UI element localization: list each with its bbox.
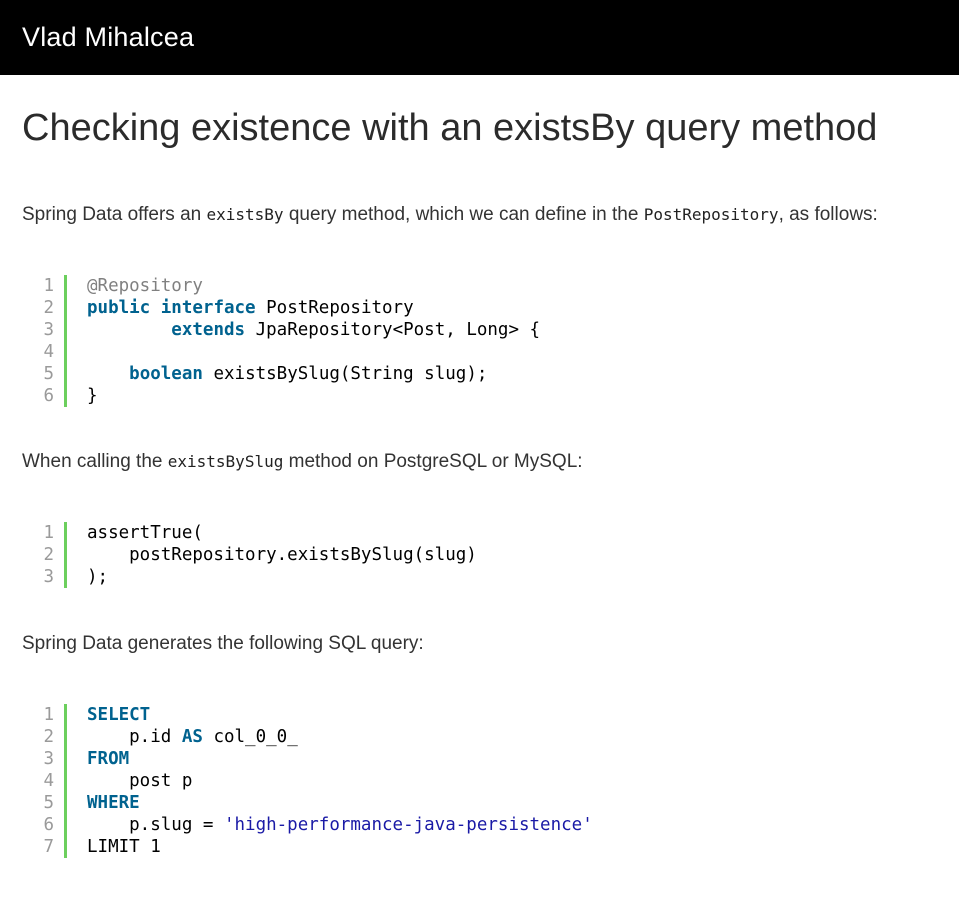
code-line: p.id AS col_0_0_ xyxy=(87,726,593,748)
code-token: assertTrue( xyxy=(87,523,203,543)
line-number: 1 xyxy=(43,276,54,296)
code-line: postRepository.existsBySlug(slug) xyxy=(87,544,477,566)
line-number: 3 xyxy=(43,567,54,587)
code-line: FROM xyxy=(87,748,593,770)
code-line: SELECT xyxy=(87,704,593,726)
line-number: 1 xyxy=(43,523,54,543)
code-token: WHERE xyxy=(87,793,140,813)
inline-code: existsBySlug xyxy=(167,452,284,471)
code-line: } xyxy=(87,385,540,407)
code-token: public xyxy=(87,298,151,318)
paragraph-sql: Spring Data generates the following SQL … xyxy=(22,633,424,654)
code-token: @Repository xyxy=(87,276,203,296)
code-token: } xyxy=(87,386,98,406)
code-token: JpaRepository<Post, Long> { xyxy=(245,320,541,340)
line-number: 5 xyxy=(43,793,54,813)
code-token: existsBySlug(String slug); xyxy=(202,364,488,384)
paragraph-intro: Spring Data offers an existsBy query met… xyxy=(22,203,959,227)
code-token: ); xyxy=(87,567,109,587)
code-token: SELECT xyxy=(87,705,151,725)
code-token: p.slug = xyxy=(87,815,224,835)
code-token: col_0_0_ xyxy=(202,727,298,747)
article-title: Checking existence with an existsBy quer… xyxy=(22,107,878,149)
line-number: 6 xyxy=(43,386,54,406)
code-line: @Repository xyxy=(87,275,540,297)
code-line: WHERE xyxy=(87,792,593,814)
code-block-repository: 123456 @Repository public interface PostR… xyxy=(40,275,959,407)
line-number: 4 xyxy=(43,342,54,362)
text: method on PostgreSQL or MySQL: xyxy=(283,451,583,472)
code-token: p.id xyxy=(87,727,182,747)
line-number: 2 xyxy=(43,298,54,318)
code-token: extends xyxy=(171,320,246,340)
code-lines: assertTrue( postRepository.existsBySlug(… xyxy=(67,522,477,588)
paragraph-calling: When calling the existsBySlug method on … xyxy=(22,450,959,474)
code-block-assert: 123 assertTrue( postRepository.existsByS… xyxy=(40,522,959,588)
code-token: FROM xyxy=(87,749,130,769)
line-number-gutter: 123456 xyxy=(40,275,67,407)
text: Spring Data offers an xyxy=(22,204,207,225)
site-brand-link[interactable]: Vlad Mihalcea xyxy=(22,22,194,53)
code-line: post p xyxy=(87,770,593,792)
code-line: ); xyxy=(87,566,477,588)
article: Checking existence with an existsBy quer… xyxy=(0,105,959,858)
code-line: assertTrue( xyxy=(87,522,477,544)
code-line: p.slug = 'high-performance-java-persiste… xyxy=(87,814,593,836)
inline-code: existsBy xyxy=(206,205,284,224)
line-number: 6 xyxy=(43,815,54,835)
site-header: Vlad Mihalcea xyxy=(0,0,959,75)
inline-code: PostRepository xyxy=(643,205,779,224)
text: , as follows: xyxy=(778,204,878,225)
line-number: 1 xyxy=(43,705,54,725)
code-lines: @Repository public interface PostReposito… xyxy=(67,275,540,407)
line-number: 3 xyxy=(43,749,54,769)
line-number: 4 xyxy=(43,771,54,791)
text: query method, which we can define in the xyxy=(283,204,644,225)
code-token: postRepository.existsBySlug(slug) xyxy=(87,545,477,565)
code-block-sql: 1234567 SELECT p.id AS col_0_0_ FROM post… xyxy=(40,704,959,858)
code-token: LIMIT 1 xyxy=(87,837,161,857)
line-number: 2 xyxy=(43,545,54,565)
code-line: LIMIT 1 xyxy=(87,836,593,858)
code-token: PostRepository xyxy=(255,298,414,318)
line-number: 2 xyxy=(43,727,54,747)
code-token: AS xyxy=(181,727,203,747)
text: When calling the xyxy=(22,451,168,472)
code-token: interface xyxy=(160,298,256,318)
code-token: 'high-performance-java-persistence' xyxy=(223,815,593,835)
line-number: 3 xyxy=(43,320,54,340)
code-line: public interface PostRepository xyxy=(87,297,540,319)
line-number-gutter: 123 xyxy=(40,522,67,588)
code-line: extends JpaRepository<Post, Long> { xyxy=(87,319,540,341)
code-lines: SELECT p.id AS col_0_0_ FROM post p WHERE … xyxy=(67,704,593,858)
line-number: 7 xyxy=(43,837,54,857)
line-number: 5 xyxy=(43,364,54,384)
code-line: boolean existsBySlug(String slug); xyxy=(87,363,540,385)
line-number-gutter: 1234567 xyxy=(40,704,67,858)
code-token: post p xyxy=(87,771,193,791)
code-token: boolean xyxy=(129,364,203,384)
